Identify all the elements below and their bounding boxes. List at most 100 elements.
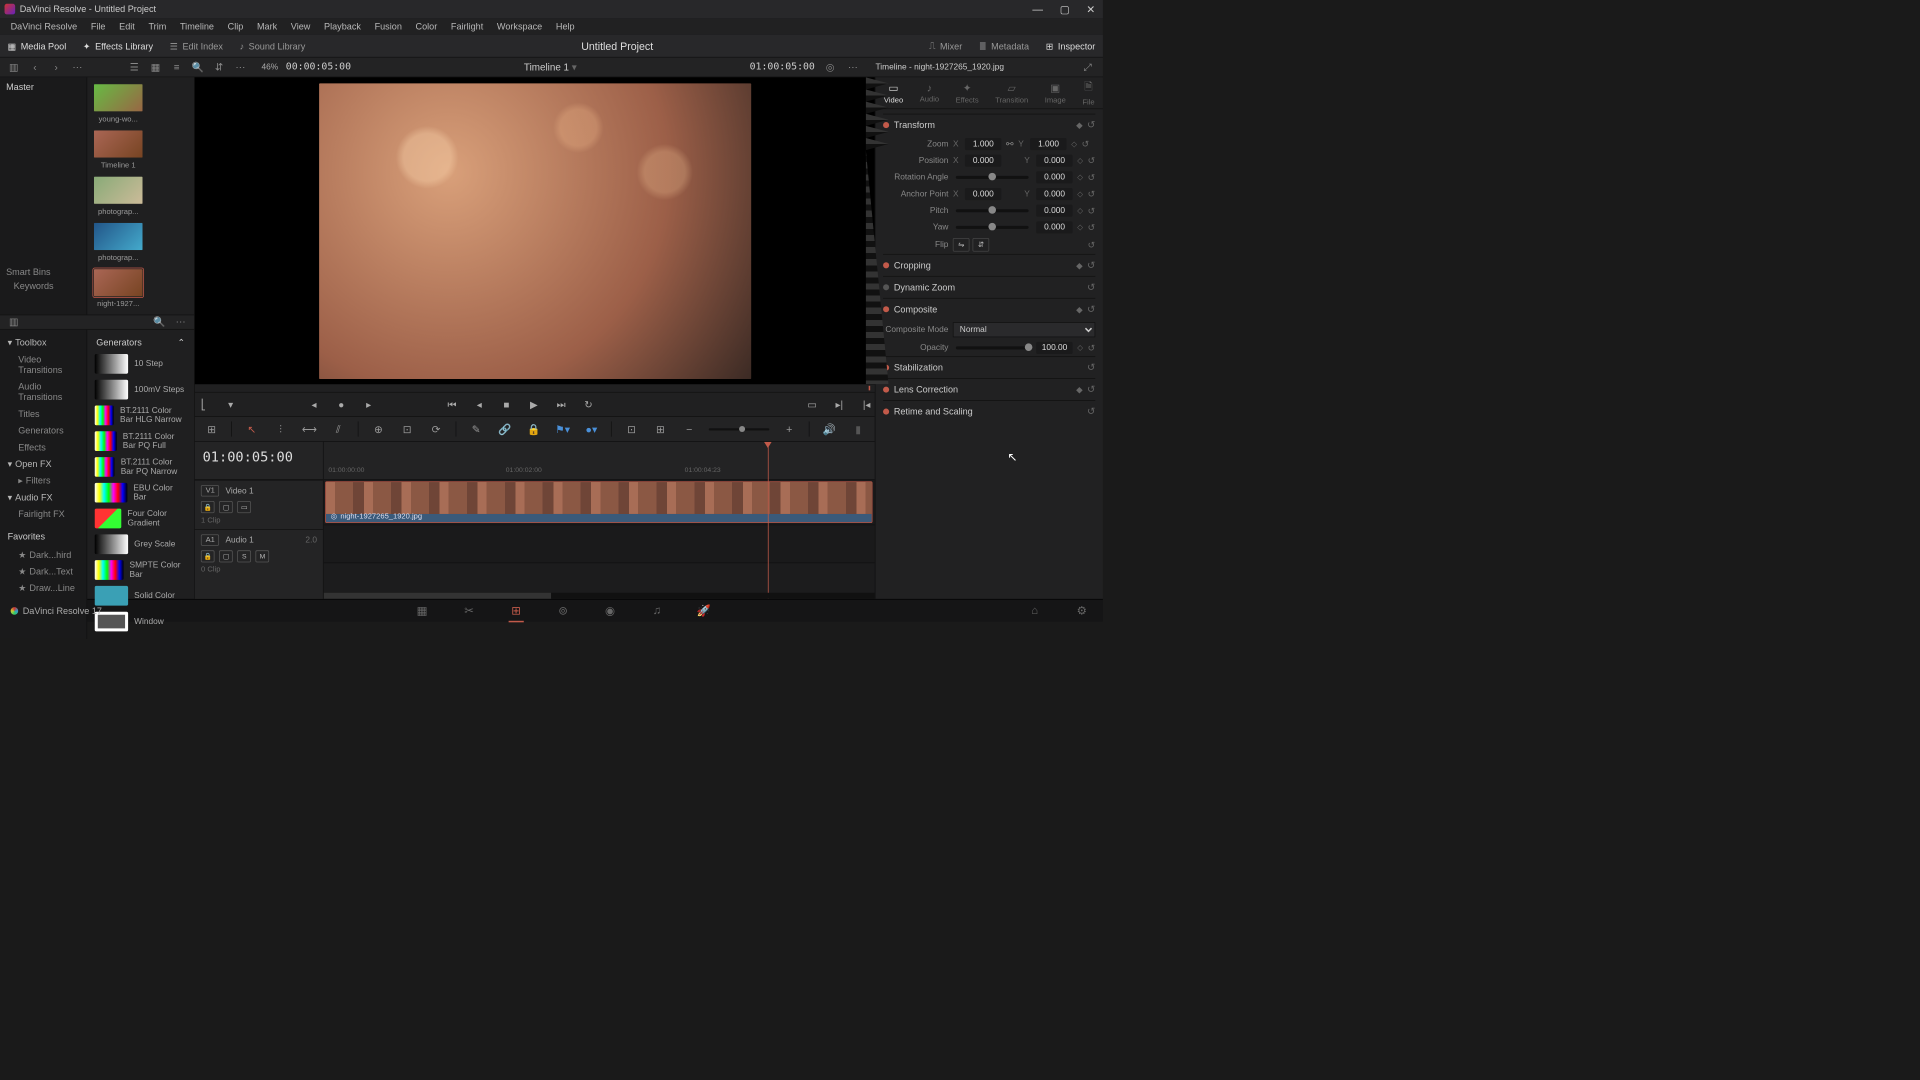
audio-track[interactable] (324, 525, 875, 563)
playhead[interactable] (768, 442, 769, 599)
reset-icon[interactable]: ↺ (1088, 189, 1096, 200)
menu-item[interactable]: View (285, 20, 317, 34)
timeline-viewer[interactable] (195, 77, 875, 384)
media-clip[interactable]: young-wo... (93, 83, 143, 123)
fx-options-icon[interactable]: ⋯ (173, 315, 188, 329)
disable-track-icon[interactable]: ▭ (237, 501, 251, 513)
fx-tree-item[interactable]: Effects (3, 439, 83, 456)
forward-button[interactable]: › (49, 60, 64, 74)
source-timecode[interactable]: 00:00:05:00 (286, 61, 351, 72)
keyframe-icon[interactable]: ◇ (1077, 223, 1083, 231)
menu-item[interactable]: File (85, 20, 112, 34)
reset-icon[interactable]: ↺ (1088, 205, 1096, 216)
favorite-item[interactable]: ★Draw...Line (3, 580, 83, 597)
flip-v-button[interactable]: ⇵ (973, 238, 990, 252)
menu-item[interactable]: Fairlight (445, 20, 489, 34)
smart-bin-keywords[interactable]: Keywords (6, 277, 80, 294)
keyframe-icon[interactable]: ◇ (1077, 173, 1083, 181)
toggle-effects-library[interactable]: ✦Effects Library (83, 41, 153, 52)
overwrite-tool[interactable]: ⊡ (398, 421, 416, 438)
marker-icon[interactable]: ●▾ (582, 421, 600, 438)
toggle-sound-library[interactable]: ♪Sound Library (240, 41, 306, 52)
menu-item[interactable]: Mark (251, 20, 283, 34)
fx-tree-item[interactable]: Fairlight FX (3, 506, 83, 523)
blade-tool[interactable]: ⫽ (329, 421, 347, 438)
toolbox-node[interactable]: ▾Toolbox (3, 334, 83, 351)
favorite-item[interactable]: ★Dark...Text (3, 563, 83, 580)
toggle-metadata[interactable]: ≣Metadata (979, 41, 1029, 52)
opacity-slider[interactable] (956, 346, 1029, 349)
zoom-y-input[interactable]: 1.000 (1030, 138, 1066, 150)
zoom-to-fit-icon[interactable]: ⊡ (622, 421, 640, 438)
generator-item[interactable]: Solid Color (92, 583, 190, 609)
first-frame-button[interactable]: ⏮ (444, 396, 461, 413)
retime-section[interactable]: Retime and Scaling↺ (883, 401, 1095, 422)
media-clip[interactable]: Timeline 1 (93, 130, 143, 170)
opacity-input[interactable]: 100.00 (1036, 342, 1072, 354)
reset-icon[interactable]: ↺ (1088, 155, 1096, 166)
auto-select-icon[interactable]: ▢ (219, 550, 233, 562)
insert-tool[interactable]: ⊕ (369, 421, 387, 438)
menu-item[interactable]: Workspace (491, 20, 548, 34)
generator-item[interactable]: 100mV Steps (92, 377, 190, 403)
menu-item[interactable]: Timeline (174, 20, 220, 34)
viewer-title[interactable]: Timeline 1 ▾ (524, 61, 577, 73)
fx-tree-item-generators[interactable]: Generators (3, 422, 83, 439)
timeline-body[interactable]: 01:00:00:00 01:00:02:00 01:00:04:23 nigh… (324, 442, 875, 599)
media-page-button[interactable]: ▦ (411, 602, 432, 619)
pitch-input[interactable]: 0.000 (1036, 205, 1072, 217)
openfx-node[interactable]: ▾Open FX (3, 456, 83, 473)
expand-inspector-icon[interactable]: ⤢ (1080, 60, 1095, 74)
collapse-icon[interactable]: ⌃ (178, 337, 186, 348)
media-clip[interactable]: photograp... (93, 222, 143, 262)
trim-tool[interactable]: ⫶ (272, 421, 290, 438)
toggle-inspector[interactable]: ⊞Inspector (1046, 41, 1096, 52)
prev-edit-icon[interactable]: ◂ (306, 396, 323, 413)
timeline-timecode[interactable]: 01:00:05:00 (195, 442, 323, 480)
anchor-x-input[interactable]: 0.000 (965, 188, 1001, 200)
fusion-page-button[interactable]: ⊚ (552, 602, 573, 619)
mark-in-icon[interactable]: ⎣ (195, 396, 212, 413)
reset-icon[interactable]: ↺ (1082, 139, 1090, 150)
menu-item[interactable]: Edit (113, 20, 141, 34)
inspector-tab-transition[interactable]: ▱Transition (992, 80, 1031, 106)
yaw-input[interactable]: 0.000 (1036, 221, 1072, 233)
lens-correction-section[interactable]: Lens Correction◆↺ (883, 379, 1095, 400)
home-button[interactable]: ⌂ (1024, 602, 1045, 619)
dynamic-trim-tool[interactable]: ⟷ (300, 421, 318, 438)
keyframe-icon[interactable]: ◇ (1077, 207, 1083, 215)
generator-item[interactable]: Grey Scale (92, 531, 190, 557)
fx-tree-item[interactable]: Audio Transitions (3, 378, 83, 405)
last-frame-button[interactable]: ⏭ (553, 396, 570, 413)
mute-icon[interactable]: M (256, 550, 270, 562)
zoom-x-input[interactable]: 1.000 (965, 138, 1001, 150)
generator-item[interactable]: Four Color Gradient (92, 506, 190, 532)
search-icon[interactable]: 🔍 (190, 60, 205, 74)
yaw-slider[interactable] (956, 226, 1029, 229)
menu-item[interactable]: Help (550, 20, 581, 34)
selection-tool[interactable]: ↖ (243, 421, 261, 438)
auto-select-icon[interactable]: ▢ (219, 501, 233, 513)
flip-h-button[interactable]: ⇋ (953, 238, 970, 252)
strip-view-icon[interactable]: ≡ (169, 60, 184, 74)
next-edit-icon[interactable]: ▸ (360, 396, 377, 413)
menu-item[interactable]: Playback (318, 20, 367, 34)
stabilization-section[interactable]: Stabilization↺ (883, 357, 1095, 378)
link-icon[interactable]: 🔗 (496, 421, 514, 438)
prev-frame-button[interactable]: ◂ (471, 396, 488, 413)
generator-item[interactable]: BT.2111 Color Bar PQ Narrow (92, 454, 190, 480)
replace-tool[interactable]: ⟳ (427, 421, 445, 438)
menu-item[interactable]: Fusion (369, 20, 408, 34)
reset-icon[interactable]: ↺ (1088, 240, 1096, 251)
bin-view-icon[interactable]: ▥ (6, 60, 21, 74)
cut-page-button[interactable]: ✂ (458, 602, 479, 619)
menu-item[interactable]: Clip (222, 20, 250, 34)
detail-zoom-icon[interactable]: ⊞ (651, 421, 669, 438)
anchor-y-input[interactable]: 0.000 (1036, 188, 1072, 200)
fx-tree-item[interactable]: Video Transitions (3, 351, 83, 378)
zoom-slider[interactable] (709, 428, 770, 430)
stop-button[interactable]: ■ (498, 396, 515, 413)
inspector-tab-file[interactable]: 🗎File (1079, 77, 1097, 108)
zoom-in-icon[interactable]: + (780, 421, 798, 438)
maximize-button[interactable]: ▢ (1057, 3, 1073, 16)
